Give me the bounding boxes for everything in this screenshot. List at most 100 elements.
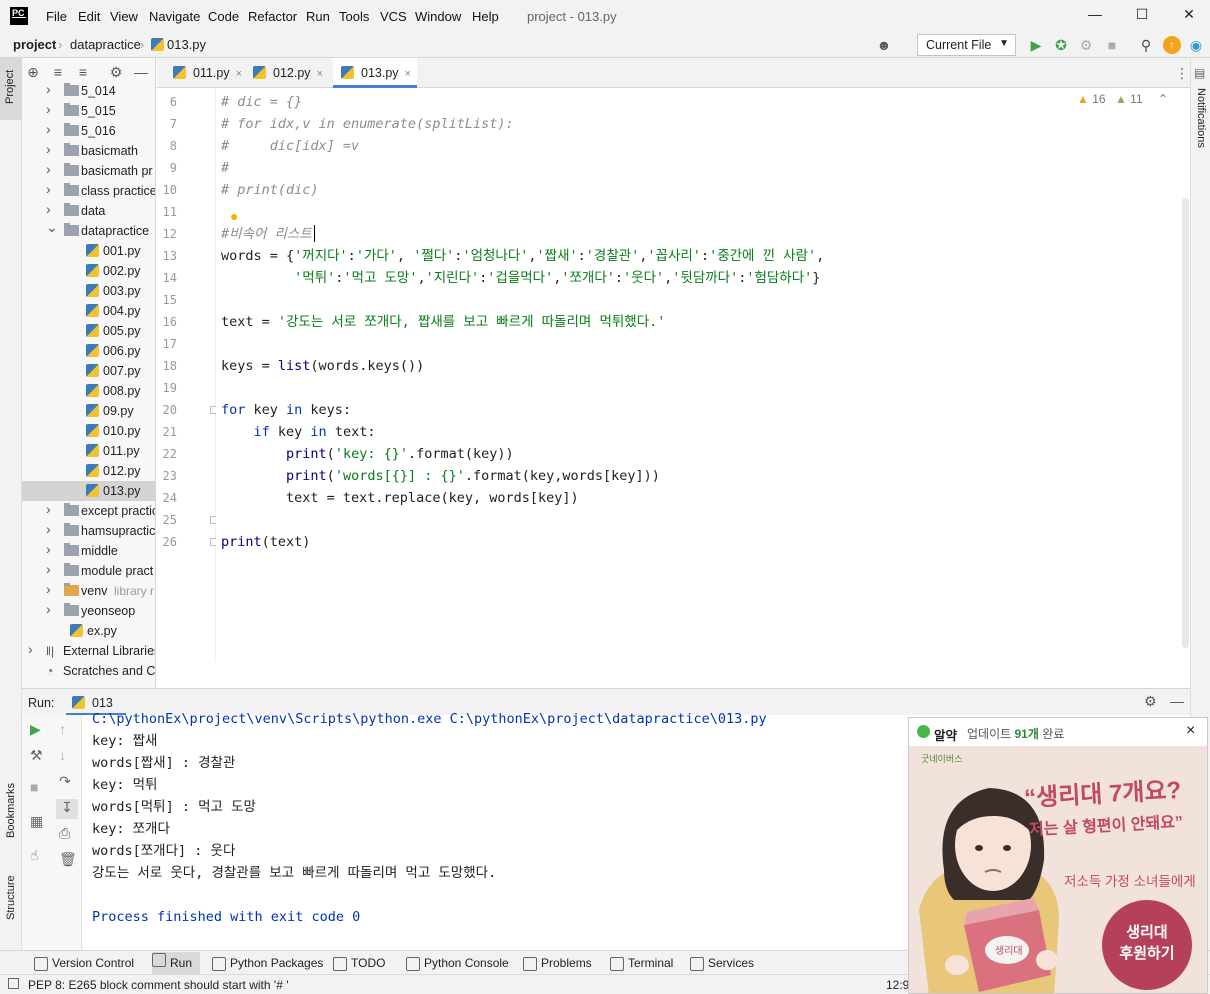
- ad-banner[interactable]: 굿네이버스 생리대 “생리대 7개요? 저는 살 형편이 안돼요” 저소득 가정…: [909, 746, 1207, 993]
- scroll-down-icon[interactable]: ↓: [59, 747, 66, 763]
- menu-code[interactable]: Code: [208, 9, 239, 24]
- tree-file-008-py[interactable]: 008.py: [22, 381, 155, 401]
- menu-vcs[interactable]: VCS: [380, 9, 407, 24]
- hide-panel-icon[interactable]: —: [132, 63, 150, 81]
- collapsed-arrow-icon[interactable]: ›: [46, 121, 51, 137]
- locate-icon[interactable]: ⊕: [24, 63, 42, 81]
- collapsed-arrow-icon[interactable]: ›: [46, 101, 51, 117]
- menu-run[interactable]: Run: [306, 9, 330, 24]
- tree-folder-data[interactable]: › data: [22, 201, 155, 221]
- menu-refactor[interactable]: Refactor: [248, 9, 297, 24]
- jetbrains-toolbox-icon[interactable]: ◉: [1187, 36, 1205, 54]
- expanded-arrow-icon[interactable]: ⌄: [46, 219, 58, 236]
- expand-all-icon[interactable]: ≡: [49, 63, 67, 81]
- tree-folder-basicmath-pr[interactable]: › basicmath pr: [22, 161, 155, 181]
- breadcrumb-file[interactable]: 013.py: [167, 37, 206, 52]
- tree-file-001-py[interactable]: 001.py: [22, 241, 155, 261]
- user-icon[interactable]: ☻▾: [875, 36, 893, 71]
- scroll-to-end-icon[interactable]: ↧: [56, 799, 78, 819]
- tree-folder-class-practice[interactable]: › class practice: [22, 181, 155, 201]
- tree-folder-basicmath[interactable]: › basicmath: [22, 141, 155, 161]
- tree-file-010-py[interactable]: 010.py: [22, 421, 155, 441]
- layout-icon[interactable]: ▦: [30, 813, 43, 830]
- tool-window-run[interactable]: Run: [152, 952, 201, 974]
- collapsed-arrow-icon[interactable]: ›: [46, 541, 51, 557]
- tool-window-todo[interactable]: TODO: [333, 956, 385, 971]
- inspection-widget[interactable]: ▲ 16 ▲ 11 ⌃ ⌄: [1077, 92, 1189, 106]
- minimize-icon[interactable]: —: [1080, 6, 1110, 26]
- tool-window-terminal[interactable]: Terminal: [610, 956, 673, 971]
- collapsed-arrow-icon[interactable]: ›: [46, 141, 51, 157]
- maximize-icon[interactable]: ☐: [1127, 6, 1157, 26]
- ad-donate-button[interactable]: 생리대 후원하기: [1102, 900, 1192, 990]
- collapsed-arrow-icon[interactable]: ›: [46, 561, 51, 577]
- rerun-icon[interactable]: ▶: [30, 721, 41, 738]
- project-tool-tab[interactable]: Project: [0, 58, 22, 120]
- pin-tab-icon[interactable]: ☝: [30, 847, 39, 864]
- bookmarks-tab[interactable]: Bookmarks: [5, 783, 17, 838]
- collapsed-arrow-icon[interactable]: ›: [46, 501, 51, 517]
- tree-file-013-py[interactable]: 013.py: [22, 481, 155, 501]
- close-tab-icon[interactable]: ×: [236, 68, 242, 80]
- tree-file-003-py[interactable]: 003.py: [22, 281, 155, 301]
- tree-folder-5-015[interactable]: › 5_015: [22, 101, 155, 121]
- menu-navigate[interactable]: Navigate: [149, 9, 200, 24]
- print-icon[interactable]: ⎙: [59, 825, 70, 842]
- tree-folder-scratches-and-co[interactable]: ◔ Scratches and Co: [22, 661, 155, 681]
- tree-folder-datapractice[interactable]: ⌄ datapractice: [22, 219, 155, 241]
- tool-window-python-console[interactable]: Python Console: [406, 956, 509, 971]
- menu-file[interactable]: File: [46, 9, 67, 24]
- tree-folder-5-014[interactable]: › 5_014: [22, 81, 155, 101]
- tree-file-012-py[interactable]: 012.py: [22, 461, 155, 481]
- breadcrumb-project[interactable]: project: [13, 37, 56, 52]
- debug-icon[interactable]: ✪: [1052, 36, 1070, 54]
- close-ad-icon[interactable]: ×: [1186, 722, 1195, 740]
- tree-folder-yeonseop[interactable]: › yeonseop: [22, 601, 155, 621]
- tree-file-011-py[interactable]: 011.py: [22, 441, 155, 461]
- menu-help[interactable]: Help: [472, 9, 499, 24]
- tree-file-09-py[interactable]: 09.py: [22, 401, 155, 421]
- soft-wrap-icon[interactable]: ↷: [59, 773, 71, 790]
- search-icon[interactable]: ⚲: [1137, 36, 1155, 54]
- tree-folder-middle[interactable]: › middle: [22, 541, 155, 561]
- tree-folder-external-libraries[interactable]: › ‖| External Libraries: [22, 641, 155, 661]
- tree-folder-except-practic[interactable]: › except practic: [22, 501, 155, 521]
- coverage-icon[interactable]: ⚙: [1077, 36, 1095, 54]
- editor-tab-013-py[interactable]: 013.py ×: [333, 58, 417, 88]
- tree-file-005-py[interactable]: 005.py: [22, 321, 155, 341]
- tool-window-python-packages[interactable]: Python Packages: [212, 956, 323, 971]
- collapsed-arrow-icon[interactable]: ›: [46, 581, 51, 597]
- breadcrumb-folder[interactable]: datapractice: [70, 37, 141, 52]
- close-tab-icon[interactable]: ×: [317, 68, 323, 80]
- tree-file-007-py[interactable]: 007.py: [22, 361, 155, 381]
- run-console-output[interactable]: C:\pythonEx\project\venv\Scripts\python.…: [82, 711, 908, 950]
- menu-window[interactable]: Window: [415, 9, 461, 24]
- tree-file-002-py[interactable]: 002.py: [22, 261, 155, 281]
- tool-window-services[interactable]: Services: [690, 956, 754, 971]
- tree-file-ex-py[interactable]: ex.py: [22, 621, 155, 641]
- more-tabs-icon[interactable]: ⋮: [1175, 65, 1189, 82]
- tree-file-004-py[interactable]: 004.py: [22, 301, 155, 321]
- status-toggle-icon[interactable]: [8, 978, 19, 989]
- collapsed-arrow-icon[interactable]: ›: [46, 521, 51, 537]
- collapsed-arrow-icon[interactable]: ›: [46, 81, 51, 97]
- structure-tab[interactable]: Structure: [5, 875, 17, 920]
- tool-window-version-control[interactable]: Version Control: [34, 956, 134, 971]
- tree-folder-venv[interactable]: › venv library r: [22, 581, 155, 601]
- menu-edit[interactable]: Edit: [78, 9, 100, 24]
- intention-bulb-icon[interactable]: ●: [230, 208, 238, 224]
- collapsed-arrow-icon[interactable]: ›: [46, 161, 51, 177]
- collapsed-arrow-icon[interactable]: ›: [46, 201, 51, 217]
- run-icon[interactable]: ▶: [1027, 36, 1045, 54]
- tool-window-problems[interactable]: Problems: [523, 956, 592, 971]
- tree-folder-hamsupractic[interactable]: › hamsupractic: [22, 521, 155, 541]
- close-window-icon[interactable]: ✕: [1174, 6, 1204, 26]
- tree-folder-5-016[interactable]: › 5_016: [22, 121, 155, 141]
- hide-run-panel-icon[interactable]: —: [1170, 693, 1184, 709]
- menu-view[interactable]: View: [110, 9, 138, 24]
- run-configuration-select[interactable]: Current File ▼: [917, 34, 1016, 56]
- ad-popup[interactable]: 알약 업데이트 91개 완료 × 굿네이버스 생리대 “생리대 7개요? 저는 …: [908, 717, 1208, 994]
- editor-tab-012-py[interactable]: 012.py ×: [245, 58, 329, 88]
- run-settings-icon[interactable]: ⚙: [1144, 693, 1157, 710]
- collapse-all-icon[interactable]: ≡: [74, 63, 92, 81]
